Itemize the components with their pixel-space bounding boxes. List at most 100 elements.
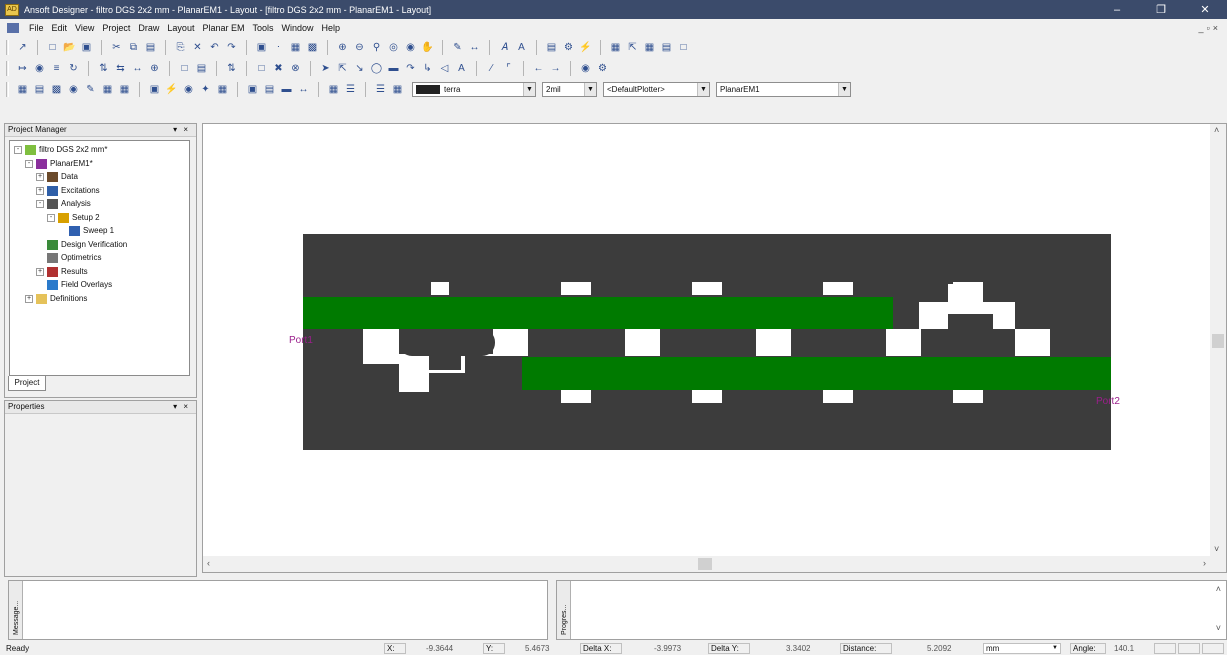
window-icon[interactable]: □ — [677, 41, 690, 54]
tree-item[interactable]: Optimetrics — [36, 252, 101, 264]
back-icon[interactable]: ← — [532, 62, 545, 75]
draw-arc-icon[interactable]: ↷ — [404, 62, 417, 75]
dgs-slot-pad[interactable] — [823, 282, 853, 295]
plotter-select[interactable]: <DefaultPlotter> ▼ — [603, 82, 710, 97]
analyze-icon[interactable]: ⚙ — [562, 41, 575, 54]
edit-layer-icon[interactable]: ✎ — [451, 41, 464, 54]
text-style-icon[interactable]: 𝐴 — [498, 41, 511, 54]
layer-visibility-icon[interactable]: ▦ — [391, 83, 404, 96]
chevron-down-icon[interactable]: ▼ — [697, 83, 709, 96]
measure-icon[interactable]: ↔ — [468, 41, 481, 54]
progress-pane[interactable]: Progres... ˄ ˅ — [556, 580, 1227, 640]
draw-circle-icon[interactable]: ◯ — [370, 62, 383, 75]
menu-draw[interactable]: Draw — [134, 23, 163, 33]
font-icon[interactable]: A — [515, 41, 528, 54]
draw-text-icon[interactable]: A — [455, 62, 468, 75]
mesh-icon[interactable]: ▦ — [101, 83, 114, 96]
menu-edit[interactable]: Edit — [48, 23, 72, 33]
menu-help[interactable]: Help — [318, 23, 345, 33]
toolbar-grip[interactable] — [6, 40, 9, 55]
chevron-down-icon[interactable]: ▼ — [838, 83, 850, 96]
via-icon[interactable]: ◉ — [33, 62, 46, 75]
progress-tab[interactable]: Progres... — [557, 581, 571, 639]
port1-label[interactable]: Port1 — [289, 335, 313, 346]
tree-item[interactable]: - filtro DGS 2x2 mm* — [14, 144, 107, 156]
dgs-cell[interactable] — [528, 329, 625, 356]
view-3d-icon[interactable]: ▣ — [246, 83, 259, 96]
horizontal-scrollbar[interactable]: ‹ › — [203, 556, 1226, 572]
view-layout-icon[interactable]: ▤ — [263, 83, 276, 96]
simulate-icon[interactable]: ◉ — [579, 62, 592, 75]
mirror-icon[interactable]: ⇆ — [114, 62, 127, 75]
excitation-icon[interactable]: ⚡ — [165, 83, 178, 96]
close-button[interactable]: ✕ — [1183, 0, 1227, 19]
zoom-fit-icon[interactable]: ◎ — [387, 41, 400, 54]
mdi-window-icon[interactable] — [7, 22, 19, 33]
zoom-out-icon[interactable]: ⊖ — [353, 41, 366, 54]
grid-settings-icon[interactable]: ▦ — [118, 83, 131, 96]
draw-polygon-icon[interactable]: ◁ — [438, 62, 451, 75]
tree-item[interactable]: + Excitations — [36, 185, 100, 197]
zoom-area-icon[interactable]: ⚲ — [370, 41, 383, 54]
print-icon[interactable]: ⎘ — [174, 41, 187, 54]
draw-rectangle-icon[interactable]: ▬ — [387, 62, 400, 75]
delete-icon[interactable]: ✕ — [191, 41, 204, 54]
void-icon[interactable]: □ — [255, 62, 268, 75]
dgs-slot-link[interactable] — [625, 329, 660, 356]
zoom-prev-icon[interactable]: ◉ — [404, 41, 417, 54]
netlist-icon[interactable]: ▦ — [609, 41, 622, 54]
cut-icon[interactable]: ✂ — [110, 41, 123, 54]
save-icon[interactable]: ▣ — [80, 41, 93, 54]
draw-polyline-icon[interactable]: ↳ — [421, 62, 434, 75]
tab-project[interactable]: Project — [8, 376, 46, 391]
port-icon[interactable]: ↦ — [16, 62, 29, 75]
dgs-slot-pad[interactable] — [692, 390, 722, 403]
dgs-cell[interactable] — [921, 329, 1015, 356]
boundary-icon[interactable]: ◉ — [67, 83, 80, 96]
intersect-icon[interactable]: ✖ — [272, 62, 285, 75]
menu-tools[interactable]: Tools — [248, 23, 277, 33]
port-settings-icon[interactable]: ▣ — [148, 83, 161, 96]
flip-icon[interactable]: ⇅ — [97, 62, 110, 75]
panel-pin-close-buttons[interactable]: ▾ × — [173, 124, 190, 136]
dgs-slot-pad[interactable] — [561, 282, 591, 295]
layer-panel-icon[interactable]: ▦ — [327, 83, 340, 96]
expand-icon[interactable]: + — [36, 173, 44, 181]
scroll-down-icon[interactable]: ˅ — [1214, 544, 1219, 554]
scroll-up-icon[interactable]: ˄ — [1216, 584, 1221, 594]
tree-item[interactable]: - PlanarEM1* — [25, 158, 93, 170]
select-mode-icon[interactable]: ▣ — [255, 41, 268, 54]
align-icon[interactable]: ≡ — [50, 62, 63, 75]
menu-window[interactable]: Window — [278, 23, 318, 33]
menu-file[interactable]: File — [25, 23, 48, 33]
tree-item[interactable]: Sweep 1 — [58, 225, 114, 237]
units-select[interactable]: mm ▼ — [983, 643, 1061, 654]
expand-icon[interactable]: + — [36, 186, 44, 195]
layer-manager-icon[interactable]: ☰ — [374, 83, 387, 96]
collapse-icon[interactable]: - — [47, 213, 55, 222]
wand-icon[interactable]: ✦ — [199, 83, 212, 96]
validate-icon[interactable]: ⚡ — [579, 41, 592, 54]
scroll-down-icon[interactable]: ˅ — [1216, 623, 1221, 633]
snap-icon[interactable]: ⋅ — [272, 41, 285, 54]
layers-icon[interactable]: ▦ — [16, 83, 29, 96]
new-file-icon[interactable]: □ — [46, 41, 59, 54]
collapse-icon[interactable]: - — [14, 146, 22, 154]
dgs-slot-pad[interactable] — [953, 390, 983, 403]
dgs-slot-link[interactable] — [886, 329, 921, 356]
layer-select[interactable]: terra ▼ — [412, 82, 536, 97]
layout-viewport[interactable]: Port1 Port2 ˄ ˅ ‹ › — [202, 123, 1227, 573]
tree-item[interactable]: + Definitions — [25, 293, 87, 305]
port2-label[interactable]: Port2 — [1096, 396, 1120, 407]
dimension-icon[interactable]: ↔ — [297, 83, 310, 96]
minimize-button[interactable]: – — [1095, 0, 1139, 19]
tree-item[interactable]: - Setup 2 — [47, 212, 100, 224]
collapse-icon[interactable]: - — [36, 200, 44, 208]
pan-hand-icon[interactable]: ✋ — [421, 41, 434, 54]
merge-icon[interactable]: ⊕ — [148, 62, 161, 75]
tree-item[interactable]: Design Verification — [36, 239, 127, 251]
materials-icon[interactable]: ▩ — [50, 83, 63, 96]
select-edge-icon[interactable]: ↘ — [353, 62, 366, 75]
toolbar-grip[interactable] — [6, 61, 9, 76]
draw-bend-icon[interactable]: ⌜ — [502, 62, 515, 75]
